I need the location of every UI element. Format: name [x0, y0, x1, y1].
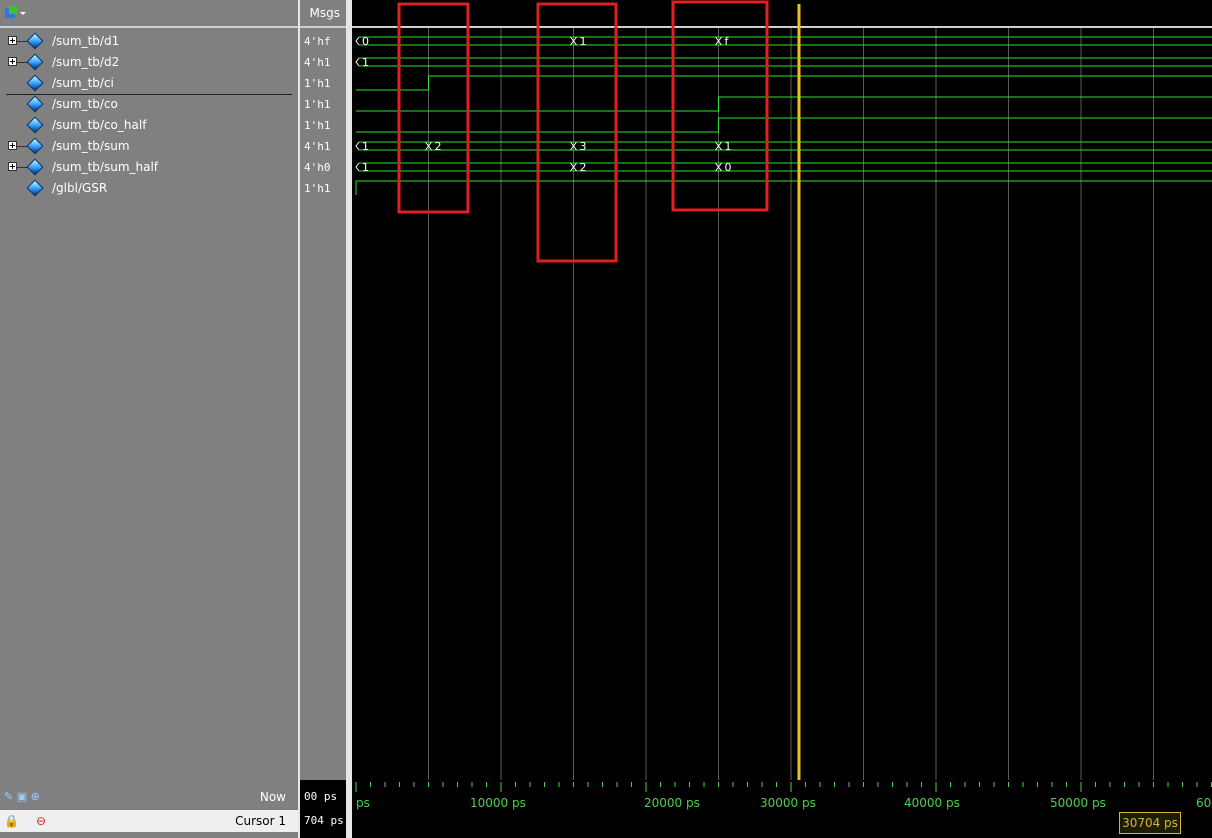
- signal-name: /sum_tb/sum: [52, 139, 130, 153]
- ruler-tick-label: 10000 ps: [470, 796, 526, 810]
- signal-row[interactable]: /sum_tb/co: [0, 94, 298, 115]
- signal-value-row: 1'h1: [300, 178, 346, 199]
- msgs-header: Msgs: [300, 0, 346, 28]
- ruler-tick-label: 20000 ps: [644, 796, 700, 810]
- signal-value: 4'h1: [304, 56, 331, 69]
- bus-value-label: 3: [580, 140, 587, 153]
- footer-tool-icons[interactable]: ✎ ▣ ⊕: [4, 786, 40, 808]
- bus-value-label: 1: [362, 140, 369, 153]
- waveform-pane[interactable]: 01f11231120: [352, 0, 1212, 780]
- cursor-time-label[interactable]: 30704 ps: [1119, 812, 1181, 834]
- signal-name: /sum_tb/ci: [52, 76, 114, 90]
- signal-value: 1'h1: [304, 182, 331, 195]
- bus-value-label: 2: [435, 140, 442, 153]
- signal-value-row: 1'h1: [300, 94, 346, 115]
- now-label: Now: [259, 790, 286, 804]
- waveform-canvas[interactable]: 0 1 f11 2 3 11 2 0: [352, 0, 1212, 780]
- signal-icon: [26, 116, 44, 134]
- bus-value-label: 2: [580, 161, 587, 174]
- signal-icon: [26, 32, 44, 50]
- signal-value: 1'h1: [304, 98, 331, 111]
- wave-toolbar-icon[interactable]: [5, 6, 27, 20]
- expand-icon[interactable]: [8, 36, 17, 45]
- ruler-ticks: [355, 782, 1212, 792]
- ruler-tick-label: 40000 ps: [904, 796, 960, 810]
- signal-value: 4'hf: [304, 35, 331, 48]
- signal-value: 1'h1: [304, 119, 331, 132]
- ruler-tick-label: 600: [1196, 796, 1212, 810]
- footer-values: 00 ps 704 ps: [300, 780, 346, 838]
- signal-name: /glbl/GSR: [52, 181, 108, 195]
- signal-value: 4'h0: [304, 161, 331, 174]
- signal-name: /sum_tb/sum_half: [52, 160, 159, 174]
- signal-row[interactable]: /sum_tb/co_half: [0, 115, 298, 136]
- signal-value-row: 4'hf: [300, 31, 346, 52]
- signal-icon: [26, 74, 44, 92]
- tree-line: [17, 62, 27, 63]
- signal-name: /sum_tb/d2: [52, 55, 120, 69]
- tree-line: [17, 146, 27, 147]
- signal-value-row: 4'h0: [300, 157, 346, 178]
- msgs-header-label: Msgs: [309, 6, 340, 20]
- signal-name: /sum_tb/d1: [52, 34, 120, 48]
- values-pane: Msgs 4'hf 4'h1 1'h1 1'h1 1'h1 4'h1 4'h0 1'h1: [300, 0, 346, 780]
- tree-line: [17, 167, 27, 168]
- bus-transition: [355, 57, 360, 67]
- bus-value-label: 0: [362, 35, 369, 48]
- bus-value-label: 0: [725, 161, 732, 174]
- signal-name: /sum_tb/co_half: [52, 118, 147, 132]
- signal-icon: [26, 158, 44, 176]
- bus-value-label: 1: [362, 56, 369, 69]
- cursor-value: 704 ps: [304, 814, 344, 827]
- signal-icon: [26, 137, 44, 155]
- bus-transition: [355, 36, 360, 46]
- bus-value-label: 1: [725, 140, 732, 153]
- signal-value-row: 1'h1: [300, 73, 346, 94]
- tree-line: [17, 41, 27, 42]
- signal-icon: [26, 179, 44, 197]
- signal-value-row: 4'h1: [300, 136, 346, 157]
- signal-value-row: 1'h1: [300, 115, 346, 136]
- signal-names-pane: /sum_tb/d1/sum_tb/d2/sum_tb/ci/sum_tb/co…: [0, 0, 298, 780]
- signal-row[interactable]: /sum_tb/sum_half: [0, 157, 298, 178]
- names-header: [0, 0, 298, 28]
- expand-icon[interactable]: [8, 162, 17, 171]
- expand-icon[interactable]: [8, 57, 17, 66]
- bus-transition: [355, 141, 360, 151]
- signal-row[interactable]: /sum_tb/ci: [0, 73, 298, 94]
- ruler-tick-label: 50000 ps: [1050, 796, 1106, 810]
- signal-icon: [26, 95, 44, 113]
- bit-waveform: [356, 96, 1212, 112]
- now-value: 00 ps: [304, 790, 338, 803]
- bus-transition: [355, 162, 360, 172]
- ruler-tick-label: ps: [356, 796, 370, 810]
- signal-row[interactable]: /sum_tb/sum: [0, 136, 298, 157]
- signal-row[interactable]: /sum_tb/d1: [0, 31, 298, 52]
- footer-names: ✎ ▣ ⊕ Now 🔒 ⊖ Cursor 1: [0, 780, 298, 838]
- signal-row[interactable]: /glbl/GSR: [0, 178, 298, 199]
- ruler-tick-label: 30000 ps: [760, 796, 816, 810]
- highlight-box: [671, 0, 769, 212]
- signal-value: 1'h1: [304, 77, 331, 90]
- signal-icon: [26, 53, 44, 71]
- signal-row[interactable]: /sum_tb/d2: [0, 52, 298, 73]
- signal-value: 4'h1: [304, 140, 331, 153]
- signal-name: /sum_tb/co: [52, 97, 118, 111]
- bit-waveform: [356, 117, 1212, 133]
- bit-waveform: [355, 180, 1212, 195]
- bus-value-label: 1: [580, 35, 587, 48]
- bit-waveform: [356, 75, 1212, 91]
- selection-divider: [6, 94, 292, 95]
- cursor-label[interactable]: Cursor 1: [235, 810, 286, 832]
- remove-cursor-icon[interactable]: ⊖: [36, 810, 46, 832]
- signal-value-row: 4'h1: [300, 52, 346, 73]
- bus-value-label: 1: [362, 161, 369, 174]
- expand-icon[interactable]: [8, 141, 17, 150]
- lock-icon[interactable]: 🔒: [4, 810, 19, 832]
- timeline-ruler[interactable]: ps 10000 ps 20000 ps 30000 ps 40000 ps 50000 …: [352, 780, 1212, 838]
- wave-header-divider: [352, 26, 1212, 28]
